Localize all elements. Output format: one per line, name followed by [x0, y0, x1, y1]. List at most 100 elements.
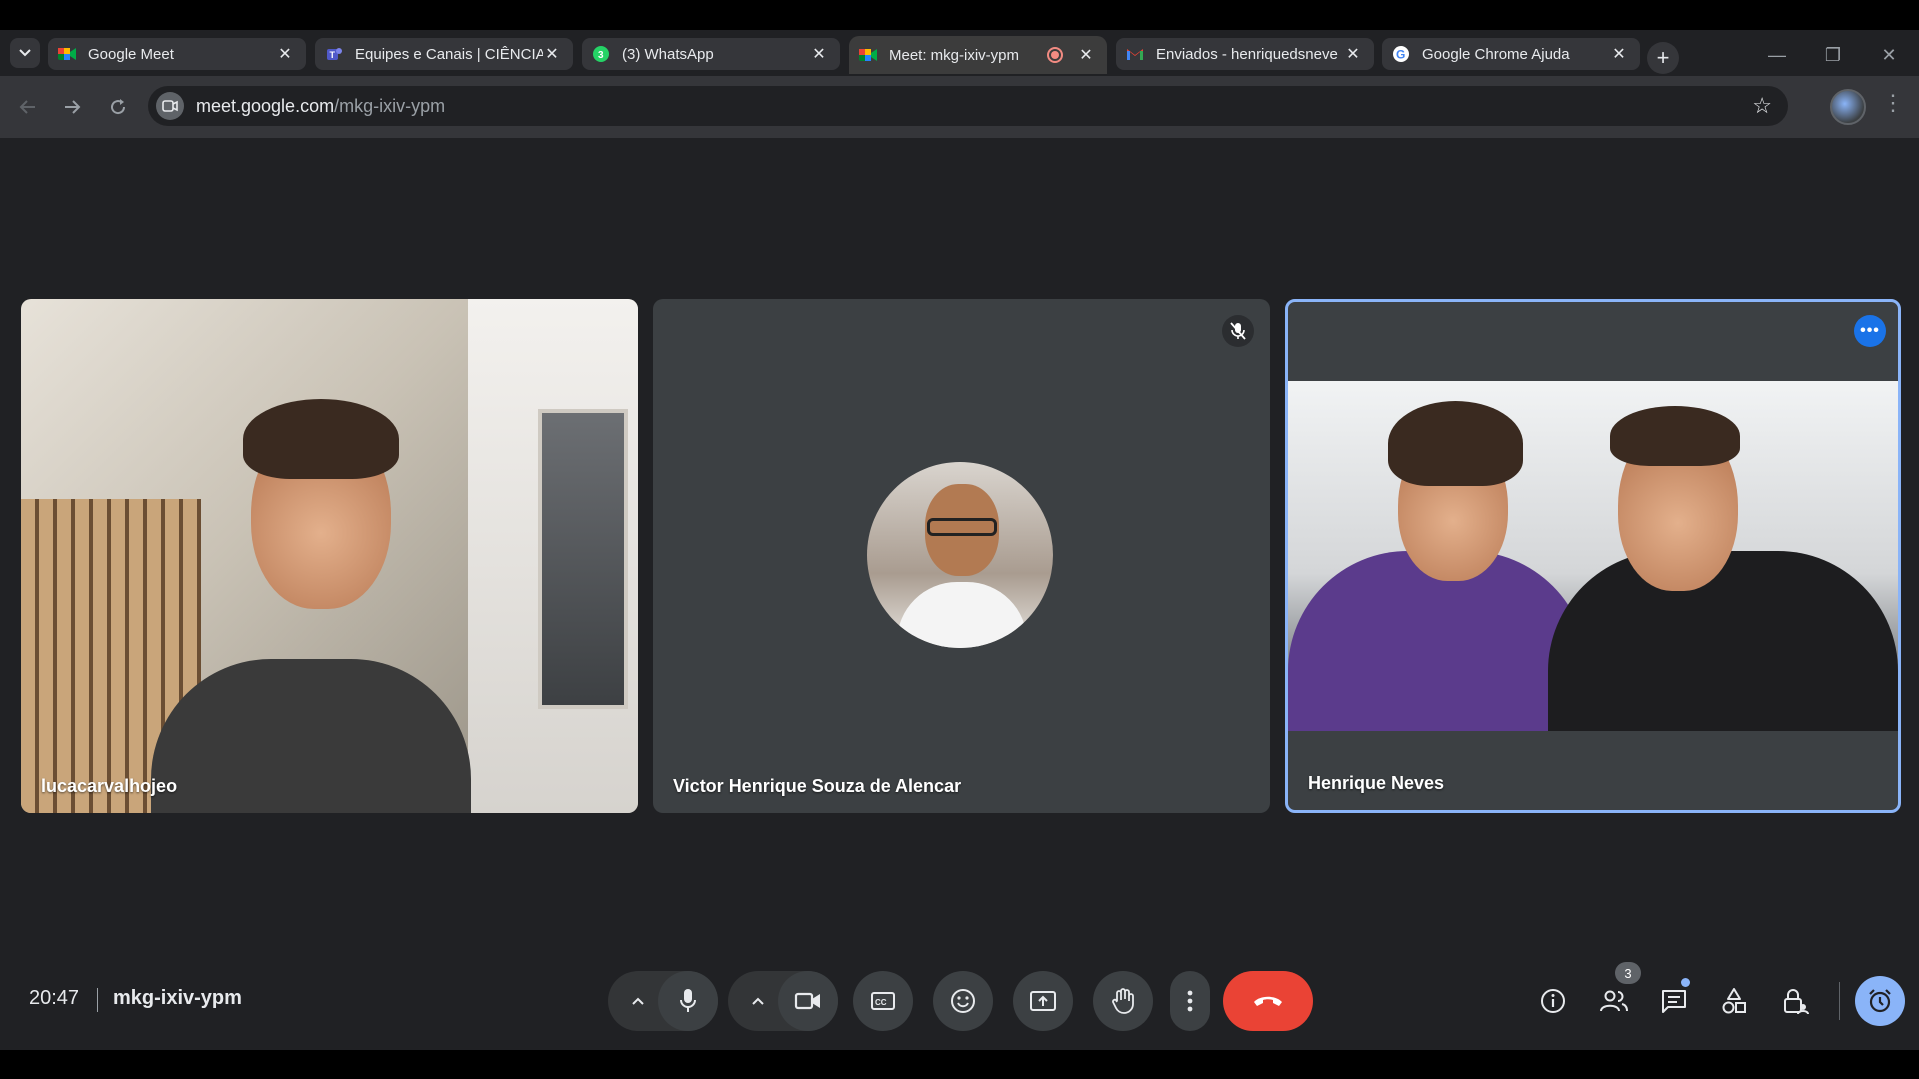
close-icon[interactable]: ✕: [276, 44, 294, 64]
lock-person-icon: [1784, 989, 1809, 1015]
participant-tile[interactable]: ••• Henrique Neves: [1285, 299, 1901, 813]
present-screen-icon: [1030, 991, 1056, 1011]
tab-title: Enviados - henriquedsneve: [1156, 45, 1338, 63]
participant-name: Victor Henrique Souza de Alencar: [673, 776, 962, 796]
more-vert-icon: [1187, 990, 1193, 1012]
chat-icon: [1662, 990, 1686, 1013]
participant-body: [151, 659, 471, 813]
meet-icon: [58, 45, 76, 63]
tab-google-meet[interactable]: Google Meet ✕: [48, 38, 306, 70]
url-text: meet.google.com/mkg-ixiv-ypm: [196, 96, 445, 117]
gmail-icon: [1126, 45, 1144, 63]
video-settings-chevron-icon[interactable]: [748, 991, 768, 1011]
restore-button[interactable]: ❐: [1813, 40, 1853, 70]
chat-notification-dot: [1681, 978, 1690, 987]
raise-hand-button[interactable]: [1093, 971, 1153, 1031]
tab-title: Google Meet: [88, 45, 174, 63]
close-icon[interactable]: ✕: [543, 44, 561, 64]
host-controls-button[interactable]: [1770, 976, 1820, 1026]
whatsapp-icon: 3: [592, 45, 610, 63]
reactions-button[interactable]: [933, 971, 993, 1031]
tab-title: Meet: mkg-ixiv-ypm: [889, 46, 1020, 64]
phone-hangup-icon: [1254, 996, 1282, 1006]
microphone-button[interactable]: [658, 971, 718, 1031]
companion-timer-button[interactable]: [1855, 976, 1905, 1026]
tab-meet-active[interactable]: Meet: mkg-ixiv-ypm ✕: [849, 36, 1107, 74]
hand-icon: [1112, 988, 1134, 1014]
activities-button[interactable]: [1709, 976, 1759, 1026]
chat-button[interactable]: [1649, 976, 1699, 1026]
tab-teams[interactable]: T Equipes e Canais | CIÊNCIA ✕: [315, 38, 573, 70]
divider: [1839, 982, 1840, 1020]
camera-button[interactable]: [778, 971, 838, 1031]
address-bar[interactable]: meet.google.com/mkg-ixiv-ypm ☆: [148, 86, 1788, 126]
google-icon: G: [1392, 45, 1410, 63]
more-options-button[interactable]: •••: [1854, 315, 1886, 347]
new-tab-button[interactable]: +: [1647, 42, 1679, 74]
meeting-details-button[interactable]: [1528, 976, 1578, 1026]
participant-tile[interactable]: Victor Henrique Souza de Alencar: [653, 299, 1270, 813]
participant-video: [1288, 381, 1898, 731]
shapes-icon: [1722, 988, 1746, 1014]
svg-text:CC: CC: [875, 998, 887, 1007]
chrome-menu-icon[interactable]: ⋮: [1882, 92, 1904, 114]
close-icon[interactable]: ✕: [1077, 45, 1095, 65]
info-icon: [1541, 989, 1565, 1013]
participant-name: lucacarvalhojeo: [41, 776, 178, 796]
svg-text:3: 3: [598, 50, 604, 61]
smiley-icon: [951, 989, 975, 1013]
tab-strip: Google Meet ✕ T Equipes e Canais | CIÊNC…: [0, 30, 1919, 76]
chevron-down-icon: [19, 49, 31, 57]
reload-button[interactable]: [102, 91, 134, 123]
present-screen-button[interactable]: [1013, 971, 1073, 1031]
mic-control-group: [608, 971, 718, 1031]
more-options-button[interactable]: [1170, 971, 1210, 1031]
tab-gmail[interactable]: Enviados - henriquedsneve ✕: [1116, 38, 1374, 70]
meet-stage: lucacarvalhojeo Victor Henrique Souza de…: [0, 138, 1919, 1050]
reload-icon: [111, 99, 126, 115]
camera-icon: [794, 992, 820, 1010]
recording-icon: [1047, 47, 1063, 63]
participant-tile[interactable]: lucacarvalhojeo: [21, 299, 638, 813]
mic-off-icon: [1222, 315, 1254, 347]
tab-title: Google Chrome Ajuda: [1422, 45, 1570, 63]
back-button[interactable]: [12, 91, 44, 123]
site-info-icon[interactable]: [156, 92, 184, 120]
leave-call-button[interactable]: [1223, 971, 1313, 1031]
minimize-button[interactable]: —: [1757, 40, 1797, 70]
profile-avatar[interactable]: [1830, 89, 1866, 125]
url-path: /mkg-ixiv-ypm: [334, 96, 446, 116]
participant-hair: [243, 399, 399, 479]
teams-icon: T: [325, 45, 343, 63]
microphone-icon: [680, 989, 696, 1012]
meet-icon: [859, 46, 877, 64]
close-icon[interactable]: ✕: [1344, 44, 1362, 64]
browser-toolbar: meet.google.com/mkg-ixiv-ypm ☆ ⋮: [0, 76, 1919, 138]
tab-search-button[interactable]: [10, 38, 40, 68]
divider: [97, 988, 98, 1012]
forward-button[interactable]: [56, 91, 88, 123]
tab-title: Equipes e Canais | CIÊNCIA: [355, 45, 543, 63]
alarm-clock-icon: [1869, 989, 1891, 1013]
svg-text:T: T: [330, 50, 336, 60]
people-count-badge: 3: [1615, 962, 1641, 984]
arrow-left-icon: [19, 100, 35, 114]
svg-text:G: G: [1396, 48, 1405, 62]
captions-button[interactable]: CC: [853, 971, 913, 1031]
camera-control-group: [728, 971, 838, 1031]
participant-name: Henrique Neves: [1308, 773, 1445, 793]
tab-chrome-help[interactable]: G Google Chrome Ajuda ✕: [1382, 38, 1640, 70]
closed-captions-icon: CC: [871, 992, 895, 1010]
close-icon[interactable]: ✕: [1610, 44, 1628, 64]
participant-avatar: [867, 462, 1053, 648]
close-icon[interactable]: ✕: [810, 44, 828, 64]
audio-settings-chevron-icon[interactable]: [628, 991, 648, 1011]
bookmark-star-icon[interactable]: ☆: [1752, 93, 1772, 119]
background-window: [538, 409, 628, 709]
url-host: meet.google.com: [196, 96, 335, 116]
meeting-code: mkg-ixiv-ypm: [113, 987, 242, 1009]
tab-whatsapp[interactable]: 3 (3) WhatsApp ✕: [582, 38, 840, 70]
arrow-right-icon: [65, 100, 81, 114]
tab-title: (3) WhatsApp: [622, 45, 714, 63]
window-close-button[interactable]: ✕: [1869, 40, 1909, 70]
